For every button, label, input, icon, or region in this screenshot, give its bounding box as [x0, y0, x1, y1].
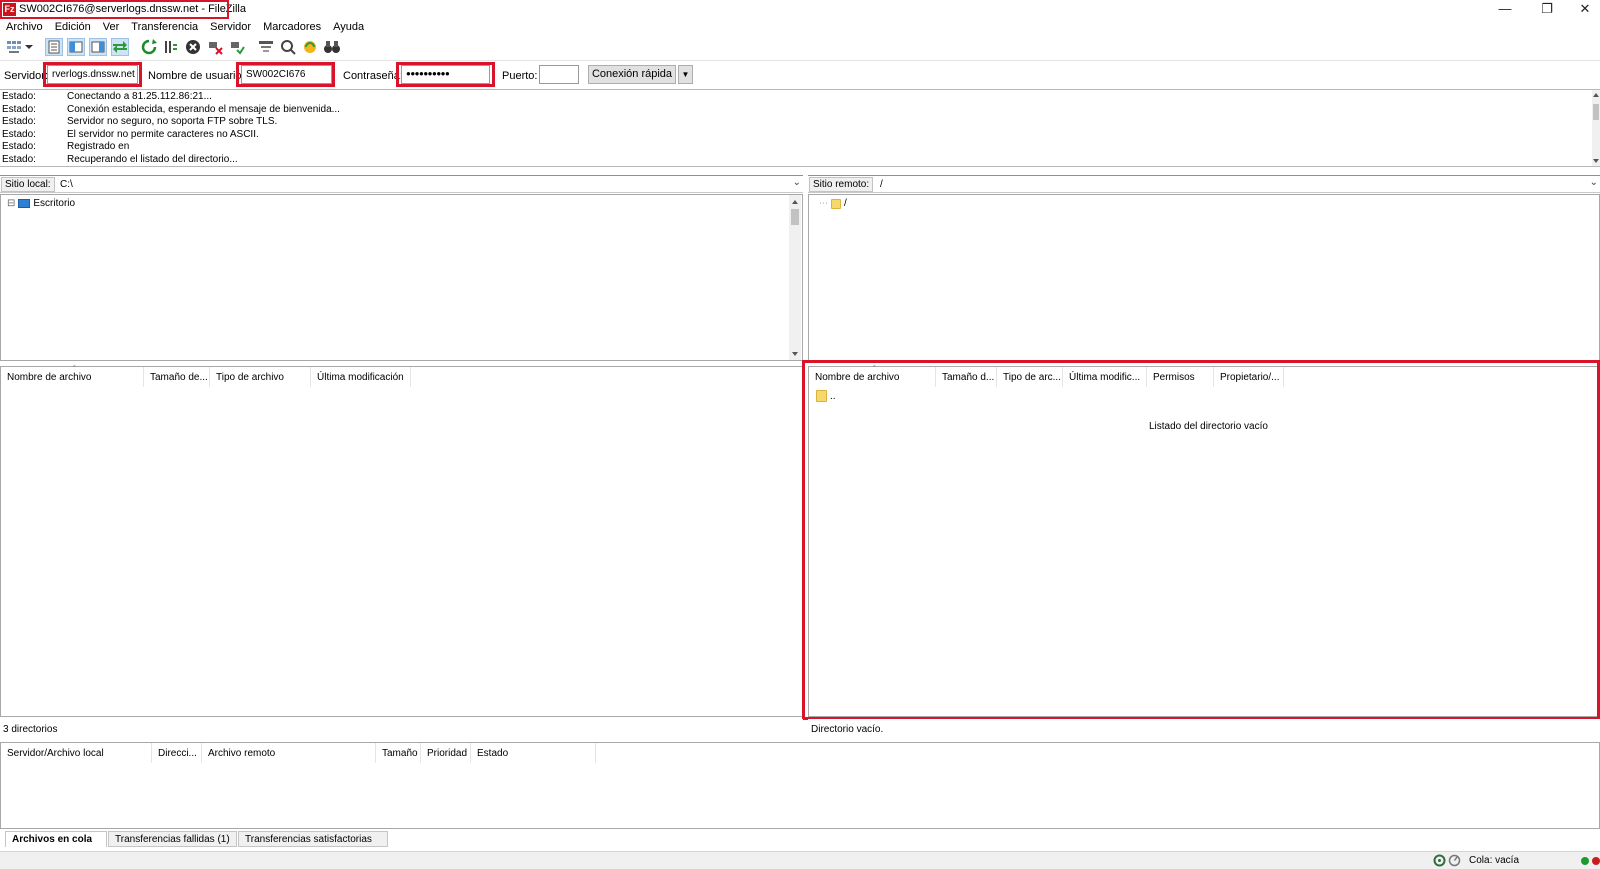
cancel-icon[interactable] — [184, 38, 202, 56]
compare-icon[interactable] — [301, 38, 319, 56]
quickconnect-bar: Servidor: rverlogs.dnssw.net Nombre de u… — [0, 60, 1600, 87]
remote-path-input[interactable]: / — [880, 179, 883, 190]
sort-indicator-icon: ⌃ — [71, 364, 78, 373]
local-directory-tree: ⊟ Escritorio — [0, 194, 803, 361]
menu-bar: Archivo Edición Ver Transferencia Servid… — [0, 20, 1600, 36]
restore-button[interactable]: ❐ — [1532, 1, 1562, 17]
local-col-size[interactable]: Tamaño de... — [144, 367, 210, 387]
queue-tabs: Archivos en cola Transferencias fallidas… — [5, 831, 505, 848]
refresh-icon[interactable] — [140, 38, 158, 56]
toggle-log-icon[interactable] — [45, 38, 63, 56]
menu-ayuda[interactable]: Ayuda — [327, 20, 370, 36]
password-highlight-box — [396, 62, 495, 87]
status-led-red-icon — [1592, 857, 1600, 865]
server-label: Servidor: — [4, 70, 49, 82]
transfer-queue: Servidor/Archivo local Direcci... Archiv… — [0, 742, 1600, 829]
remote-directory-tree: ⋯ / — [808, 194, 1600, 361]
port-input[interactable] — [539, 65, 579, 84]
queue-col-priority[interactable]: Prioridad — [421, 743, 471, 763]
queue-col-size[interactable]: Tamaño — [376, 743, 421, 763]
port-label: Puerto: — [502, 70, 538, 82]
local-path-label: Sitio local: — [1, 177, 55, 192]
password-label: Contraseña: — [343, 70, 403, 82]
disconnect-icon[interactable] — [206, 38, 224, 56]
toggle-queue-icon[interactable] — [111, 38, 129, 56]
toggle-remote-tree-icon[interactable] — [89, 38, 107, 56]
remote-path-label: Sitio remoto: — [809, 177, 874, 192]
chevron-down-icon[interactable]: ⌄ — [1590, 177, 1598, 188]
tab-successful-transfers[interactable]: Transferencias satisfactorias — [238, 831, 388, 847]
server-highlight-box — [43, 62, 142, 87]
username-label: Nombre de usuario: — [148, 70, 245, 82]
minimize-button[interactable]: — — [1490, 1, 1520, 17]
remote-list-highlight-box — [802, 360, 1600, 720]
tab-queued-files[interactable]: Archivos en cola — [5, 831, 107, 847]
desktop-icon — [18, 199, 31, 208]
folder-icon — [831, 198, 841, 209]
reconnect-icon[interactable] — [228, 38, 246, 56]
title-bar: Fz SW002CI676@serverlogs.dnssw.net - Fil… — [0, 0, 1600, 20]
site-manager-icon[interactable] — [5, 38, 23, 56]
local-col-modified[interactable]: Última modificación — [311, 367, 411, 387]
find-binoculars-icon[interactable] — [323, 38, 341, 56]
gear-icon[interactable] — [1433, 854, 1446, 869]
status-bar: Cola: vacía — [0, 851, 1600, 869]
status-led-green-icon — [1581, 857, 1589, 865]
remote-status: Directorio vacío. — [808, 719, 1600, 741]
tree-expander-icon[interactable]: ⊟ — [7, 198, 15, 209]
local-path-input[interactable]: C:\ — [60, 179, 73, 190]
toggle-local-tree-icon[interactable] — [67, 38, 85, 56]
tree-connector-icon: ⋯ — [819, 198, 828, 208]
menu-ver[interactable]: Ver — [97, 20, 126, 36]
tree-item-escritorio[interactable]: ⊟ Escritorio — [7, 198, 75, 209]
local-path-bar: Sitio local: C:\ ⌄ — [0, 175, 803, 193]
chevron-down-icon[interactable]: ⌄ — [793, 177, 801, 188]
quickconnect-history-dropdown[interactable]: ▼ — [678, 65, 693, 84]
close-button[interactable]: ✕ — [1570, 1, 1600, 17]
local-col-type[interactable]: Tipo de archivo — [210, 367, 311, 387]
log-scrollbar[interactable] — [1592, 90, 1600, 166]
queue-col-local[interactable]: Servidor/Archivo local — [1, 743, 152, 763]
username-highlight-box — [236, 62, 335, 87]
menu-marcadores[interactable]: Marcadores — [257, 20, 327, 36]
quickconnect-button[interactable]: Conexión rápida — [588, 65, 676, 84]
queue-status: Cola: vacía — [1469, 855, 1520, 866]
process-queue-icon[interactable] — [162, 38, 180, 56]
search-remote-icon[interactable] — [279, 38, 297, 56]
menu-edicion[interactable]: Edición — [49, 20, 97, 36]
toolbar — [0, 37, 1600, 59]
local-file-list: Nombre de archivo Tamaño de... Tipo de a… — [0, 364, 803, 717]
queue-col-direction[interactable]: Direcci... — [152, 743, 202, 763]
tab-failed-transfers[interactable]: Transferencias fallidas (1) — [108, 831, 237, 847]
message-log: Estado: Conectando a 81.25.112.86:21... E… — [0, 89, 1600, 167]
tree-item-root[interactable]: ⋯ / — [819, 198, 847, 209]
title-highlight-box — [0, 0, 229, 19]
menu-transferencia[interactable]: Transferencia — [125, 20, 204, 36]
menu-servidor[interactable]: Servidor — [204, 20, 257, 36]
queue-col-remote[interactable]: Archivo remoto — [202, 743, 376, 763]
local-tree-scrollbar[interactable] — [789, 195, 801, 360]
remote-path-bar: Sitio remoto: / ⌄ — [808, 175, 1600, 193]
menu-archivo[interactable]: Archivo — [0, 20, 49, 36]
filter-icon[interactable] — [257, 38, 275, 56]
local-status: 3 directorios — [0, 719, 803, 741]
queue-col-status[interactable]: Estado — [471, 743, 596, 763]
speed-limit-icon[interactable] — [1448, 854, 1461, 869]
dropdown-arrow-icon[interactable] — [24, 38, 34, 56]
